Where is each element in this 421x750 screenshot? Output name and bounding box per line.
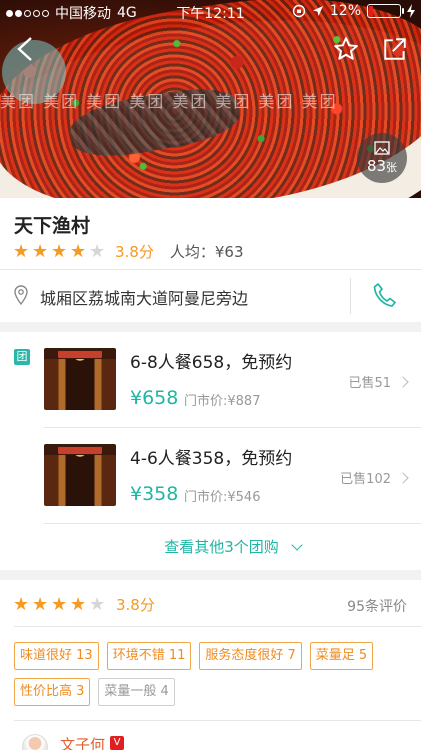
review-tag[interactable]: 菜量足 5	[309, 642, 374, 670]
favorite-button[interactable]	[327, 30, 365, 68]
star-filled-icon: ★	[51, 593, 68, 615]
more-deals-label: 查看其他3个团购	[164, 538, 279, 556]
deal-title: 6-8人餐658，免预约	[130, 353, 293, 373]
star-outline-icon	[334, 37, 358, 60]
address-row[interactable]: 城厢区荔城南大道阿曼尼旁边	[0, 270, 421, 322]
chevron-right-icon	[397, 471, 409, 484]
deal-sold: 已售102	[340, 468, 409, 487]
deal-sold: 已售51	[348, 372, 409, 391]
star-filled-icon: ★	[32, 240, 49, 262]
average-price: 人均：¥63	[169, 243, 244, 261]
star-filled-icon: ★	[13, 240, 30, 262]
avatar	[22, 734, 48, 750]
review-tag[interactable]: 性价比高 3	[14, 678, 91, 706]
back-arrow-icon	[17, 37, 32, 61]
phone-icon	[373, 283, 396, 307]
star-empty-icon: ★	[89, 593, 106, 615]
chevron-right-icon	[397, 375, 409, 388]
call-button[interactable]	[372, 282, 396, 312]
star-filled-icon: ★	[70, 593, 87, 615]
share-icon	[384, 38, 406, 60]
deal-original-price: 门市价:¥546	[184, 490, 261, 505]
deal-title: 4-6人餐358，免预约	[130, 449, 293, 469]
star-rating: ★ ★ ★ ★ ★	[13, 593, 107, 615]
review-score: 3.8分	[116, 596, 155, 614]
battery-icon	[367, 4, 404, 18]
review-tag[interactable]: 菜量一般 4	[98, 678, 175, 706]
photo-unit: 张	[386, 161, 398, 174]
review-tags: 味道很好 13 环境不错 11 服务态度很好 7 菜量足 5 性价比高 3 菜量…	[14, 642, 414, 706]
shop-name: 天下渔村	[14, 215, 91, 237]
review-tag[interactable]: 服务态度很好 7	[199, 642, 302, 670]
deal-price: ¥658	[130, 387, 179, 409]
review-count[interactable]: 95条评价	[347, 596, 407, 616]
review-summary[interactable]: ★ ★ ★ ★ ★ 3.8分	[13, 594, 155, 615]
deal-original-price: 门市价:¥887	[184, 394, 261, 409]
charging-icon	[407, 4, 415, 18]
vip-badge: V	[110, 736, 124, 750]
star-filled-icon: ★	[70, 240, 87, 262]
review-user[interactable]: 文子何 V	[0, 728, 421, 750]
shop-address: 城厢区荔城南大道阿曼尼旁边	[40, 289, 249, 308]
review-tag[interactable]: 环境不错 11	[106, 642, 192, 670]
shop-info-card: 天下渔村 ★ ★ ★ ★ ★ 3.8分 人均：¥63 城厢区荔城南大道阿曼尼旁边	[0, 198, 421, 322]
star-empty-icon: ★	[89, 240, 106, 262]
review-tag[interactable]: 味道很好 13	[14, 642, 99, 670]
rotation-lock-icon	[292, 4, 306, 18]
group-buy-badge: 团	[14, 349, 30, 365]
shop-score: 3.8分	[115, 243, 154, 261]
reviews-card: ★ ★ ★ ★ ★ 3.8分 95条评价 味道很好 13 环境不错 11 服务态…	[0, 580, 421, 750]
hero-image[interactable]: 美团 美团 美团 美团 美团 美团 美团 美团 中国移动 4G 下午12:11 …	[0, 0, 421, 198]
deal-thumbnail	[44, 444, 116, 506]
deal-item[interactable]: 6-8人餐658，免预约 ¥658 门市价:¥887 已售51	[44, 332, 421, 428]
star-filled-icon: ★	[51, 240, 68, 262]
photo-count-button[interactable]: 83张	[357, 133, 407, 183]
image-icon	[374, 141, 390, 155]
battery-percent: 12%	[329, 3, 361, 19]
chevron-down-icon	[291, 539, 303, 551]
star-rating: ★ ★ ★ ★ ★	[13, 240, 107, 262]
location-pin-icon	[14, 285, 28, 305]
status-bar: 中国移动 4G 下午12:11 12%	[0, 0, 421, 22]
review-username: 文子何	[60, 736, 106, 750]
star-filled-icon: ★	[13, 593, 30, 615]
deal-item[interactable]: 4-6人餐358，免预约 ¥358 门市价:¥546 已售102	[44, 428, 421, 524]
location-arrow-icon	[312, 6, 323, 16]
share-button[interactable]	[376, 30, 414, 68]
deal-sold-count: 已售51	[348, 376, 391, 391]
more-deals-button[interactable]: 查看其他3个团购	[44, 524, 421, 570]
photo-count: 83	[366, 157, 387, 175]
star-filled-icon: ★	[32, 593, 49, 615]
deal-price: ¥358	[130, 483, 179, 505]
group-deals-card: 团 6-8人餐658，免预约 ¥658 门市价:¥887 已售51 4-6人餐3…	[0, 332, 421, 570]
shop-rating: ★ ★ ★ ★ ★ 3.8分 人均：¥63	[13, 241, 244, 262]
deal-sold-count: 已售102	[340, 472, 391, 487]
back-button[interactable]	[6, 30, 44, 68]
deal-thumbnail	[44, 348, 116, 410]
watermark-text: 美团 美团 美团 美团 美团 美团 美团 美团	[0, 92, 338, 111]
